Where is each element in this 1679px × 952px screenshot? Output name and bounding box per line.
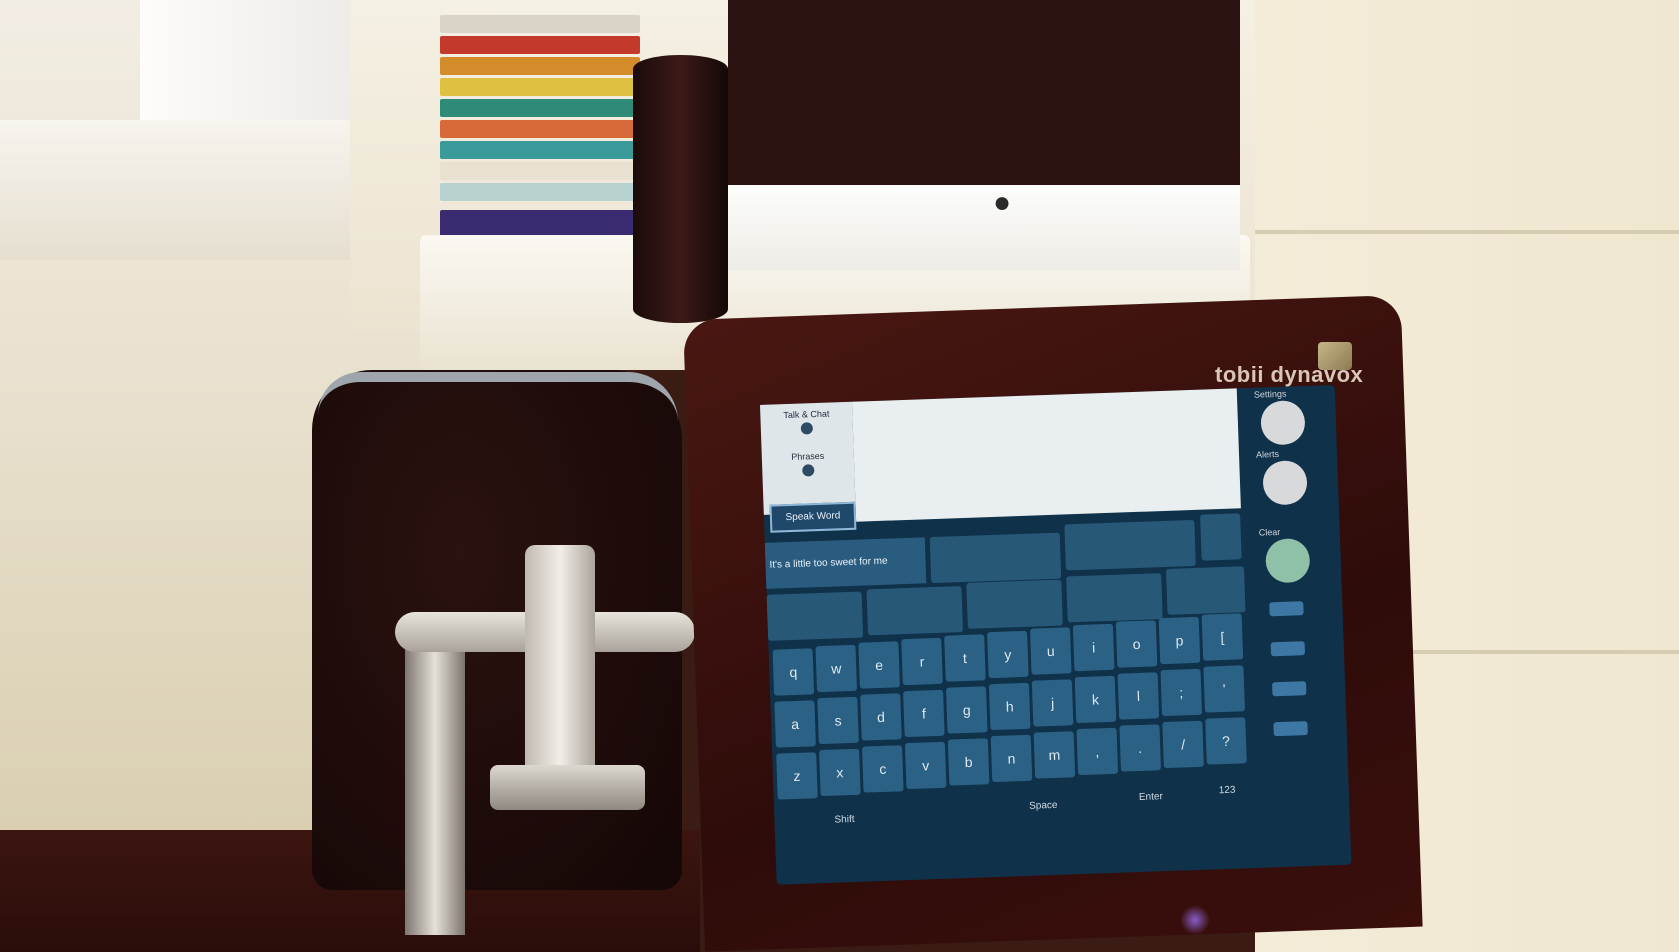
clear-icon[interactable] [1265, 537, 1311, 584]
enter-key-label[interactable]: Enter [1139, 791, 1163, 803]
arrow-icon[interactable] [1271, 681, 1307, 697]
key-0-10[interactable]: [ [1201, 613, 1244, 661]
key-0-6[interactable]: u [1029, 627, 1072, 675]
side-panel: Talk & Chat Phrases [760, 401, 856, 515]
mount-base [490, 765, 645, 810]
shift-key-label[interactable]: Shift [834, 814, 854, 826]
book [440, 36, 640, 54]
speak-button[interactable]: Speak Word [769, 501, 857, 533]
key-0-3[interactable]: r [901, 637, 943, 686]
key-0-9[interactable]: p [1158, 616, 1201, 665]
book [440, 120, 640, 138]
phrase-icon [802, 464, 815, 477]
book [440, 99, 640, 117]
settings-label: Settings [1253, 388, 1287, 400]
key-1-10[interactable]: ' [1203, 665, 1245, 713]
settings-icon[interactable] [1260, 400, 1306, 446]
key-1-9[interactable]: ; [1160, 668, 1203, 717]
window [140, 0, 374, 120]
alerts-label: Alerts [1255, 448, 1280, 460]
key-2-8[interactable]: . [1119, 724, 1161, 772]
numbers-key-label[interactable]: 123 [1219, 785, 1236, 797]
prediction-slot[interactable] [766, 591, 864, 641]
alert-icon[interactable] [1262, 459, 1308, 506]
phrase-button[interactable]: It's a little too sweet for me [764, 537, 927, 589]
book [440, 141, 640, 159]
smart-speaker [633, 55, 728, 323]
key-0-4[interactable]: t [944, 634, 986, 682]
book [440, 15, 640, 33]
key-0-0[interactable]: q [772, 648, 815, 696]
key-2-5[interactable]: n [990, 734, 1033, 783]
key-2-4[interactable]: b [947, 738, 990, 786]
bookshelf [440, 0, 640, 250]
key-2-6[interactable]: m [1033, 731, 1076, 779]
side-item-label: Phrases [791, 450, 825, 462]
key-2-0[interactable]: z [776, 752, 818, 800]
key-2-7[interactable]: , [1076, 727, 1119, 776]
side-item-talk[interactable]: Talk & Chat [760, 402, 853, 447]
key-2-9[interactable]: / [1162, 720, 1204, 769]
book [440, 183, 640, 201]
apple-logo-icon: ● [992, 186, 1012, 219]
key-1-0[interactable]: a [774, 700, 816, 748]
brand-label: tobii dynavox [1215, 362, 1364, 387]
mount-post [405, 635, 465, 935]
key-0-1[interactable]: w [815, 644, 858, 693]
prediction-slot[interactable] [1064, 519, 1196, 571]
key-0-5[interactable]: y [987, 630, 1029, 679]
right-column: Settings Alerts Clear [1240, 385, 1352, 868]
prediction-slot[interactable] [1200, 513, 1242, 561]
side-item-phrases[interactable]: Phrases [761, 444, 854, 489]
key-2-10[interactable]: ? [1205, 717, 1247, 765]
prediction-slot[interactable] [1165, 566, 1246, 615]
book [440, 57, 640, 75]
key-1-2[interactable]: d [860, 693, 902, 741]
key-1-1[interactable]: s [817, 696, 859, 745]
key-2-2[interactable]: c [861, 745, 904, 793]
key-2-1[interactable]: x [819, 748, 861, 797]
key-0-8[interactable]: o [1115, 620, 1158, 668]
key-1-8[interactable]: l [1117, 672, 1160, 720]
arrow-icon[interactable] [1269, 601, 1304, 617]
chat-icon [800, 422, 814, 435]
key-1-4[interactable]: g [945, 686, 988, 734]
prediction-slot[interactable] [966, 579, 1063, 629]
key-1-7[interactable]: k [1074, 675, 1117, 724]
book [440, 162, 640, 180]
side-item-label: Talk & Chat [783, 408, 830, 421]
key-1-3[interactable]: f [903, 689, 945, 738]
book [440, 78, 640, 96]
imac-monitor [728, 0, 1240, 191]
space-key-label[interactable]: Space [1029, 800, 1058, 812]
key-1-5[interactable]: h [988, 682, 1031, 731]
clear-label: Clear [1258, 526, 1281, 538]
key-1-6[interactable]: j [1031, 679, 1074, 727]
cabinet-seam [1255, 230, 1679, 234]
key-0-7[interactable]: i [1072, 623, 1115, 672]
mount-clamp [525, 545, 595, 785]
key-2-3[interactable]: v [904, 741, 947, 790]
prediction-slot[interactable] [1066, 573, 1163, 623]
tablet-screen: Talk & Chat Phrases Speak Word It's a li… [760, 384, 1352, 885]
arrow-icon[interactable] [1270, 641, 1306, 657]
wheelchair-rim [318, 372, 678, 422]
message-window[interactable] [851, 388, 1241, 522]
key-0-2[interactable]: e [858, 641, 900, 689]
prediction-slot[interactable] [866, 586, 964, 636]
backspace-icon[interactable] [1273, 721, 1308, 737]
photo-scene: ● tobii dynavox Talk & Chat Phrases Spea… [0, 0, 1679, 952]
prediction-slot[interactable] [929, 532, 1062, 584]
light-glare [1180, 905, 1210, 935]
